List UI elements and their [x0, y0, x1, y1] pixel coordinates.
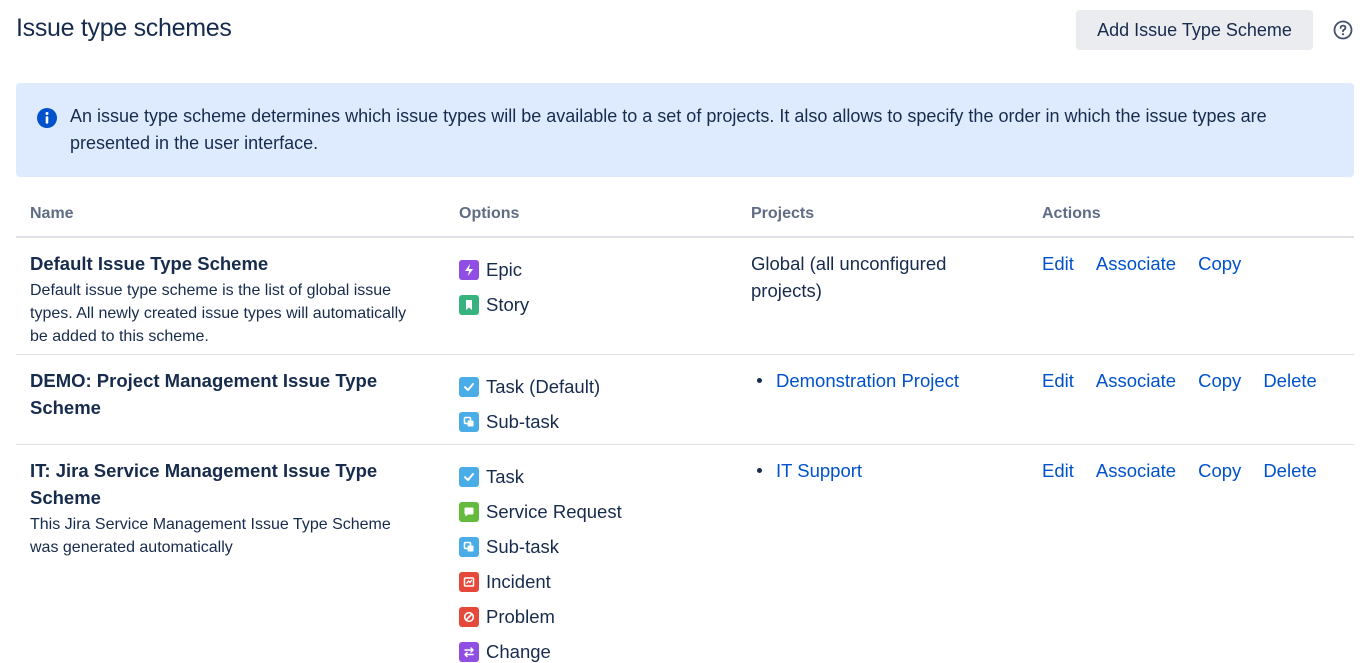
option-item: Incident	[459, 564, 739, 599]
table-row: Default Issue Type Scheme Default issue …	[16, 238, 1354, 355]
edit-link[interactable]: Edit	[1042, 457, 1074, 484]
options-cell: Task (Default) Sub-task	[459, 369, 739, 439]
associate-link[interactable]: Associate	[1096, 367, 1176, 394]
scheme-name: Default Issue Type Scheme	[30, 253, 269, 274]
epic-icon	[459, 259, 479, 280]
task-icon	[459, 376, 479, 397]
info-banner: An issue type scheme determines which is…	[16, 83, 1354, 177]
option-item: Task	[459, 459, 739, 494]
copy-link[interactable]: Copy	[1198, 250, 1241, 277]
info-icon	[36, 107, 58, 129]
copy-link[interactable]: Copy	[1198, 457, 1241, 484]
option-item: Sub-task	[459, 404, 739, 439]
column-header-options: Options	[459, 205, 520, 222]
projects-list: IT Support	[751, 457, 1011, 484]
project-item: Demonstration Project	[751, 367, 1011, 394]
option-label: Story	[486, 293, 530, 315]
edit-link[interactable]: Edit	[1042, 367, 1074, 394]
project-link[interactable]: IT Support	[776, 457, 862, 484]
task-icon	[459, 466, 479, 487]
actions-cell: Edit Associate Copy Delete	[1042, 367, 1352, 394]
option-label: Incident	[486, 570, 551, 592]
projects-text: Global (all unconfigured projects)	[751, 253, 947, 301]
change-icon	[459, 641, 479, 662]
projects-cell: Global (all unconfigured projects)	[751, 250, 1011, 304]
copy-link[interactable]: Copy	[1198, 367, 1241, 394]
page-header: Issue type schemes Add Issue Type Scheme	[16, 10, 1354, 50]
project-item: IT Support	[751, 457, 1011, 484]
service-request-icon	[459, 501, 479, 522]
delete-link[interactable]: Delete	[1263, 457, 1316, 484]
page-title: Issue type schemes	[16, 14, 232, 42]
option-label: Task (Default)	[486, 375, 601, 397]
column-header-actions: Actions	[1042, 205, 1101, 222]
options-cell: Epic Story	[459, 252, 739, 322]
problem-icon	[459, 606, 479, 627]
option-item: Sub-task	[459, 529, 739, 564]
option-label: Problem	[486, 605, 555, 627]
scheme-description: Default issue type scheme is the list of…	[30, 282, 407, 345]
option-label: Change	[486, 640, 551, 662]
info-text: An issue type scheme determines which is…	[70, 106, 1267, 153]
subtask-icon	[459, 536, 479, 557]
projects-list: Demonstration Project	[751, 367, 1011, 394]
option-label: Service Request	[486, 500, 622, 522]
option-item: Epic	[459, 252, 739, 287]
actions-cell: Edit Associate Copy Delete	[1042, 457, 1352, 484]
table-row: IT: Jira Service Management Issue Type S…	[16, 445, 1354, 663]
question-circle-icon[interactable]	[1332, 19, 1354, 41]
projects-cell: IT Support	[751, 457, 1011, 484]
bullet-icon	[757, 468, 762, 473]
option-item: Task (Default)	[459, 369, 739, 404]
options-cell: Task Service Request Sub-task Incident P…	[459, 459, 739, 663]
table-row: DEMO: Project Management Issue Type Sche…	[16, 355, 1354, 445]
option-label: Epic	[486, 258, 522, 280]
option-item: Change	[459, 634, 739, 663]
scheme-description: This Jira Service Management Issue Type …	[30, 516, 391, 556]
issue-type-schemes-table: Name Options Projects Actions Default Is…	[16, 196, 1354, 663]
actions-cell: Edit Associate Copy	[1042, 250, 1352, 277]
option-label: Sub-task	[486, 535, 560, 557]
option-item: Problem	[459, 599, 739, 634]
scheme-name: IT: Jira Service Management Issue Type S…	[30, 460, 378, 508]
story-icon	[459, 294, 479, 315]
scheme-name: DEMO: Project Management Issue Type Sche…	[30, 370, 378, 418]
scheme-name-cell: Default Issue Type Scheme Default issue …	[30, 250, 430, 348]
incident-icon	[459, 571, 479, 592]
option-item: Story	[459, 287, 739, 322]
edit-link[interactable]: Edit	[1042, 250, 1074, 277]
scheme-name-cell: DEMO: Project Management Issue Type Sche…	[30, 367, 430, 421]
option-label: Sub-task	[486, 410, 560, 432]
projects-cell: Demonstration Project	[751, 367, 1011, 394]
column-header-name: Name	[30, 205, 74, 222]
associate-link[interactable]: Associate	[1096, 250, 1176, 277]
option-label: Task	[486, 465, 525, 487]
bullet-icon	[757, 378, 762, 383]
project-link[interactable]: Demonstration Project	[776, 367, 959, 394]
option-item: Service Request	[459, 494, 739, 529]
delete-link[interactable]: Delete	[1263, 367, 1316, 394]
column-header-projects: Projects	[751, 205, 815, 222]
associate-link[interactable]: Associate	[1096, 457, 1176, 484]
table-header: Name Options Projects Actions	[16, 196, 1354, 238]
subtask-icon	[459, 411, 479, 432]
add-issue-type-scheme-button[interactable]: Add Issue Type Scheme	[1076, 10, 1313, 50]
scheme-name-cell: IT: Jira Service Management Issue Type S…	[30, 457, 430, 559]
